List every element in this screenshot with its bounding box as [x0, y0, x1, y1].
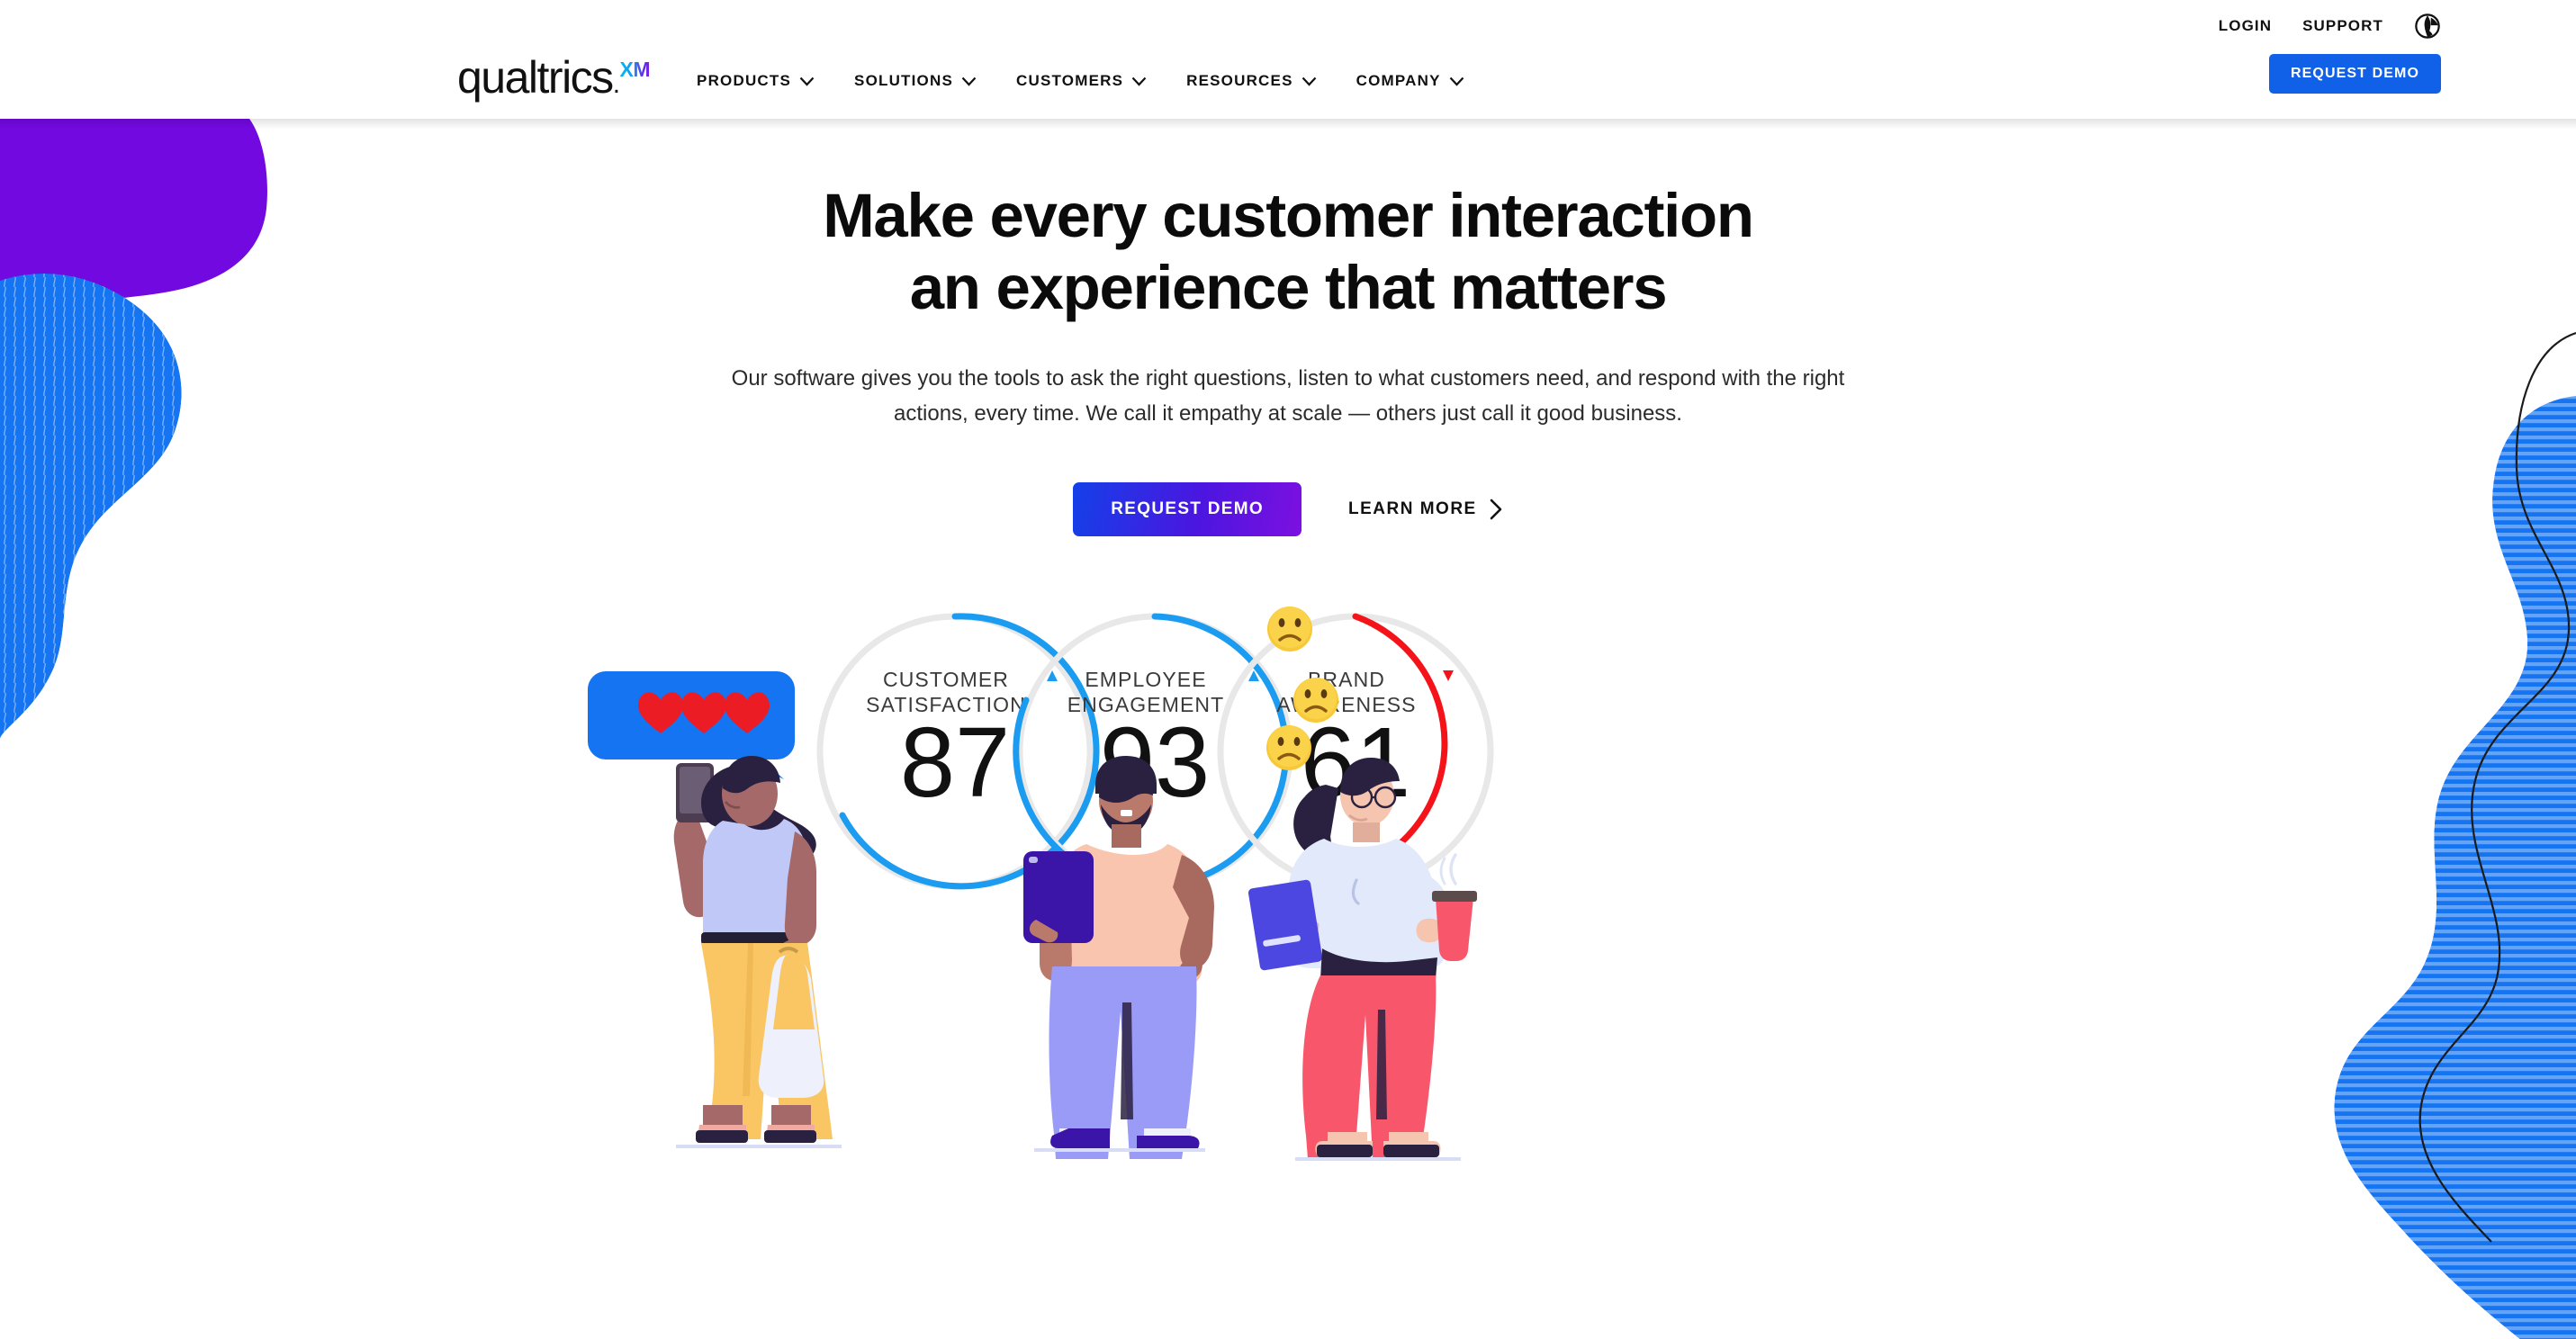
- hero-illustration: CUSTOMER SATISFACTION 87 EMPLOYEE ENGAGE…: [586, 585, 1990, 1339]
- hero-request-demo-button[interactable]: REQUEST DEMO: [1073, 481, 1302, 536]
- nav-item-customers[interactable]: CUSTOMERS: [1016, 72, 1147, 90]
- nav-item-solutions[interactable]: SOLUTIONS: [854, 72, 977, 90]
- chevron-down-icon: [1449, 76, 1464, 86]
- metric-ring-employee-engagement: EMPLOYEE ENGAGEMENT 93: [1013, 613, 1293, 890]
- chevron-down-icon: [799, 76, 815, 86]
- character-woman-with-coffee: [1247, 758, 1477, 1161]
- nav-label-products: PRODUCTS: [697, 72, 792, 89]
- chevron-down-icon: [961, 76, 977, 86]
- ring-score: 87: [900, 707, 1010, 818]
- frowning-face-emoji: [1266, 725, 1311, 770]
- support-link[interactable]: SUPPORT: [2302, 17, 2383, 35]
- site-header: LOGIN SUPPORT qualtrics. XM PRODUCTS SOL…: [0, 0, 2576, 119]
- hero-cta-row: REQUEST DEMO LEARN MORE: [703, 481, 1873, 536]
- hero-section: Make every customer interaction an exper…: [0, 119, 2576, 536]
- header-request-demo-button[interactable]: REQUEST DEMO: [2269, 54, 2441, 94]
- qualtrics-homepage: LOGIN SUPPORT qualtrics. XM PRODUCTS SOL…: [0, 0, 2576, 1339]
- nav-item-resources[interactable]: RESOURCES: [1186, 72, 1317, 90]
- nav-label-solutions: SOLUTIONS: [854, 72, 954, 89]
- logo-xm-superscript: XM: [619, 58, 651, 81]
- triangle-down-icon: [1443, 670, 1454, 681]
- utility-nav: LOGIN SUPPORT: [2219, 13, 2441, 40]
- metric-ring-brand-awareness: BRAND AWARENESS 61: [1217, 613, 1494, 890]
- ring-label-line1: CUSTOMER: [883, 668, 1009, 691]
- character-woman-with-phone: [673, 756, 842, 1148]
- chevron-down-icon: [1302, 76, 1317, 86]
- hero-learn-more-button[interactable]: LEARN MORE: [1348, 499, 1503, 520]
- chevron-right-icon: [1489, 499, 1503, 520]
- hero-title-line-2: an experience that matters: [909, 253, 1668, 323]
- main-nav-row: qualtrics. XM PRODUCTS SOLUTIONS CUSTOME…: [457, 52, 2441, 106]
- learn-more-label: LEARN MORE: [1348, 499, 1477, 518]
- globe-icon[interactable]: [2414, 13, 2441, 40]
- primary-navigation: PRODUCTS SOLUTIONS CUSTOMERS RESOURCES C…: [697, 72, 1464, 90]
- logo-wordmark: qualtrics.: [457, 52, 620, 103]
- frowning-face-emoji: [1267, 607, 1312, 652]
- nav-label-customers: CUSTOMERS: [1016, 72, 1124, 89]
- logo-dot: .: [612, 69, 620, 99]
- nav-label-company: COMPANY: [1356, 72, 1441, 89]
- nav-item-products[interactable]: PRODUCTS: [697, 72, 815, 90]
- qualtrics-logo[interactable]: qualtrics. XM: [457, 52, 651, 106]
- chevron-down-icon: [1131, 76, 1147, 86]
- frowning-face-emoji: [1293, 678, 1338, 723]
- hero-title-line-1: Make every customer interaction: [823, 181, 1754, 250]
- header-shadow: [0, 119, 2576, 130]
- nav-label-resources: RESOURCES: [1186, 72, 1293, 89]
- page-title: Make every customer interaction an exper…: [703, 180, 1873, 324]
- login-link[interactable]: LOGIN: [2219, 17, 2272, 35]
- ring-label-line1: EMPLOYEE: [1085, 668, 1206, 691]
- nav-item-company[interactable]: COMPANY: [1356, 72, 1464, 90]
- hero-subtitle: Our software gives you the tools to ask …: [731, 366, 1845, 426]
